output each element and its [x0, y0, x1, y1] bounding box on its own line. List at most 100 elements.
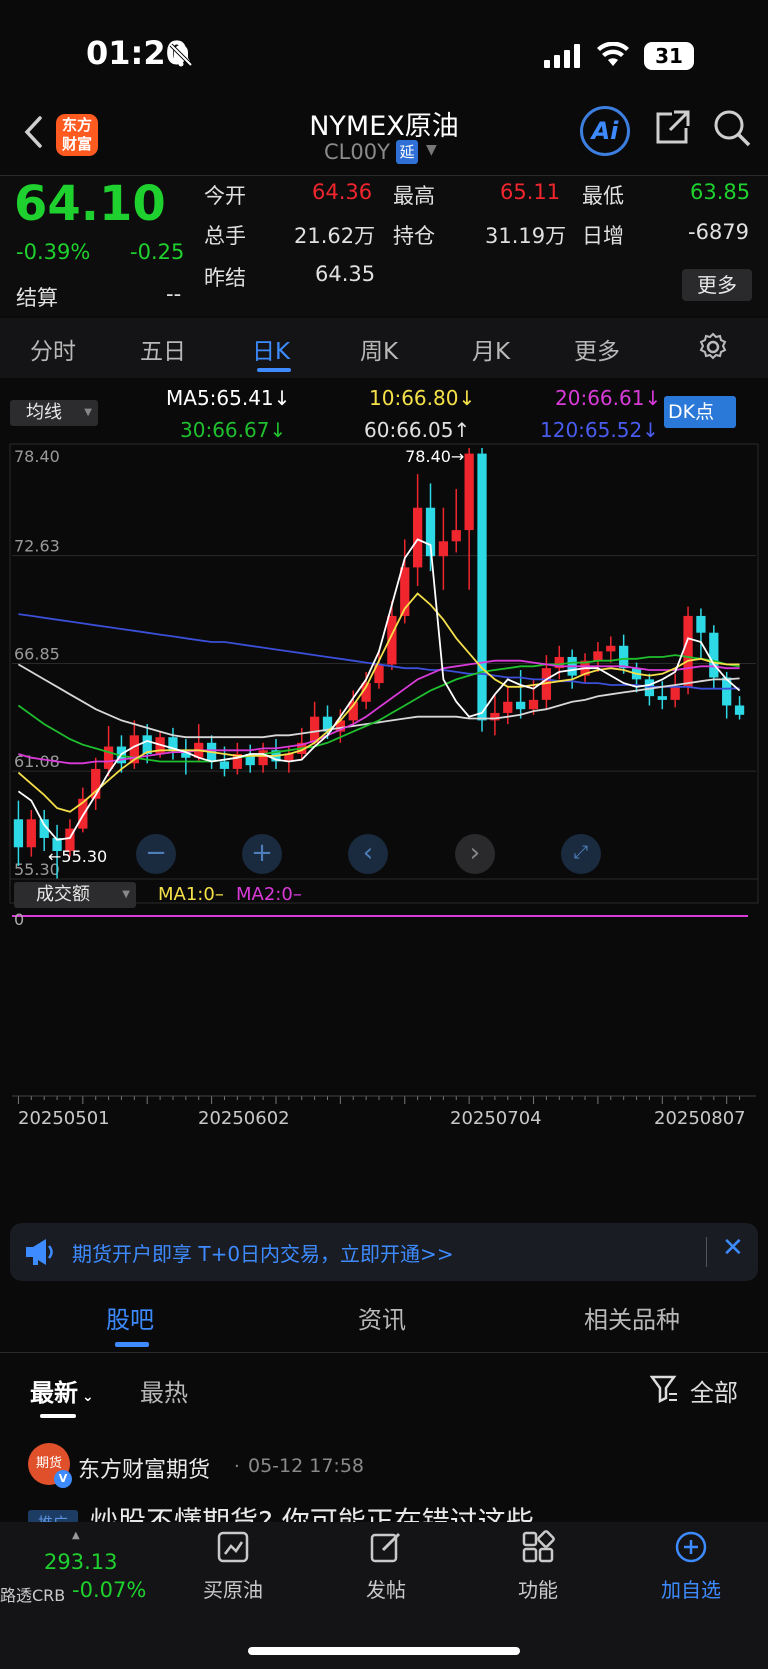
open-label: 今开	[204, 184, 246, 208]
avatar-text: 期货	[35, 1456, 62, 1471]
close-icon[interactable]: ✕	[722, 1233, 744, 1263]
tab-monthly-k[interactable]: 月K	[472, 332, 510, 366]
chart-frame	[9, 443, 759, 904]
more-button[interactable]: 更多	[682, 269, 752, 301]
page-title: NYMEX原油	[309, 111, 459, 142]
fullscreen-icon[interactable]: ⤢	[561, 834, 601, 874]
post-button[interactable]: 发帖	[331, 1530, 441, 1603]
segment-news[interactable]: 资讯	[358, 1300, 406, 1335]
chevron-down-icon: ▼	[122, 889, 130, 900]
filter-hottest[interactable]: 最热	[140, 1373, 188, 1408]
volume-label: 总手	[204, 224, 246, 248]
tab-daily-k[interactable]: 日K	[252, 332, 290, 366]
home-indicator[interactable]	[248, 1647, 520, 1655]
low-label: 最低	[582, 184, 624, 208]
promo-banner[interactable]: 期货开户即享 T+0日内交易，立即开通>> ✕	[10, 1223, 758, 1281]
candle-body	[606, 645, 616, 652]
battery-indicator: 31	[644, 42, 694, 70]
back-icon[interactable]	[22, 114, 46, 150]
y-tick-label: 66.85	[14, 645, 60, 664]
kline-chart-area: 均线 ▼ MA5:65.41↓ 10:66.80↓ 20:66.61↓ 30:66…	[0, 378, 768, 1213]
plus-circle-icon	[675, 1531, 707, 1563]
x-tick-label: 20250807	[654, 1108, 746, 1129]
candle-body	[219, 761, 230, 769]
daily-increase-value: -6879	[688, 220, 750, 244]
wifi-icon	[597, 42, 629, 66]
prev-settle-label: 昨结	[204, 266, 246, 290]
candle-body	[734, 705, 745, 715]
segment-related[interactable]: 相关品种	[584, 1300, 680, 1335]
add-watchlist-button[interactable]: 加自选	[636, 1530, 746, 1603]
change-value: -0.25	[130, 240, 185, 264]
app-logo[interactable]: 东方财富	[56, 114, 98, 156]
candle-body	[593, 651, 603, 661]
candle-body	[528, 699, 539, 710]
scroll-right-button[interactable]: ›	[455, 834, 495, 874]
buy-crude-button[interactable]: 买原油	[178, 1530, 288, 1603]
filter-funnel-icon[interactable]	[650, 1374, 678, 1404]
min-price-label: ←55.30	[48, 847, 107, 866]
post-time: 05-12 17:58	[248, 1455, 365, 1477]
daily-increase-label: 日增	[582, 224, 624, 248]
x-tick-label: 20250501	[18, 1108, 110, 1129]
candle-body	[657, 696, 667, 700]
ma10-line	[17, 592, 740, 813]
high-value: 65.11	[500, 180, 561, 204]
filter-latest[interactable]: 最新 ⌄	[30, 1373, 94, 1408]
caret-up-icon: ▲	[72, 1530, 80, 1541]
low-value: 63.85	[690, 180, 751, 204]
function-label: 功能	[518, 1578, 558, 1602]
settle-label: 结算	[16, 286, 58, 310]
settings-gear-icon[interactable]	[698, 332, 728, 362]
candle-body	[503, 701, 513, 713]
volume-ma1-legend: MA1:0–	[158, 884, 224, 905]
volume-value: 21.62万	[294, 224, 376, 248]
index-change: -0.07%	[72, 1578, 147, 1602]
y-tick-label: 78.40	[14, 447, 60, 466]
zoom-out-button[interactable]: −	[136, 834, 176, 874]
active-segment-indicator	[115, 1342, 149, 1347]
share-icon[interactable]	[652, 108, 692, 148]
post-title[interactable]: 炒股不懂期货? 你可能正在错过这些	[90, 1500, 710, 1522]
candle-body	[619, 645, 629, 669]
post-author[interactable]: 东方财富期货	[78, 1452, 210, 1484]
candle-body	[696, 615, 706, 633]
nav-bar: 东方财富 NYMEX原油 CL00Y 延 ▼ Ai	[0, 100, 768, 176]
tab-weekly-k[interactable]: 周K	[360, 332, 398, 366]
kline-chart[interactable]: 78.4072.6366.8561.0855.3078.40→←55.30202…	[0, 378, 768, 1213]
open-interest-label: 持仓	[393, 224, 435, 248]
function-button[interactable]: 功能	[483, 1530, 593, 1603]
index-name: 路透CRB	[0, 1586, 66, 1605]
chevron-down-icon: ⌄	[82, 1389, 94, 1405]
open-interest-value: 31.19万	[485, 224, 567, 248]
edit-icon	[370, 1532, 401, 1563]
x-tick-label: 20250704	[450, 1108, 542, 1129]
search-icon[interactable]	[712, 108, 752, 148]
zoom-in-button[interactable]: +	[242, 834, 282, 874]
scroll-left-button[interactable]: ‹	[348, 834, 388, 874]
tab-more[interactable]: 更多	[574, 332, 620, 366]
filter-latest-label: 最新	[30, 1379, 78, 1407]
segment-forum[interactable]: 股吧	[106, 1300, 154, 1335]
ai-label: Ai	[591, 117, 619, 145]
buy-crude-label: 买原油	[203, 1578, 263, 1602]
candle-body	[438, 541, 449, 557]
contract-selector[interactable]: CL00Y 延 ▼	[300, 140, 470, 170]
filter-all[interactable]: 全部	[690, 1373, 738, 1408]
high-label: 最高	[393, 184, 435, 208]
candle-body	[464, 453, 474, 531]
y-tick-label: 72.63	[14, 537, 60, 556]
candle-body	[477, 453, 487, 721]
period-tabs: 分时 五日 日K 周K 月K 更多	[0, 318, 768, 378]
ai-button[interactable]: Ai	[580, 106, 630, 156]
tab-five-day[interactable]: 五日	[140, 332, 186, 366]
volume-indicator-selector[interactable]: 成交额 ▼	[14, 882, 136, 908]
banner-text: 期货开户即享 T+0日内交易，立即开通>>	[72, 1242, 454, 1266]
index-value[interactable]: 293.13	[44, 1550, 117, 1574]
candle-body	[13, 819, 24, 848]
candle-body	[709, 632, 719, 678]
open-value: 64.36	[312, 180, 373, 204]
chevron-down-icon: ▼	[426, 142, 437, 158]
tab-intraday[interactable]: 分时	[30, 332, 76, 366]
post-label: 发帖	[366, 1578, 406, 1602]
